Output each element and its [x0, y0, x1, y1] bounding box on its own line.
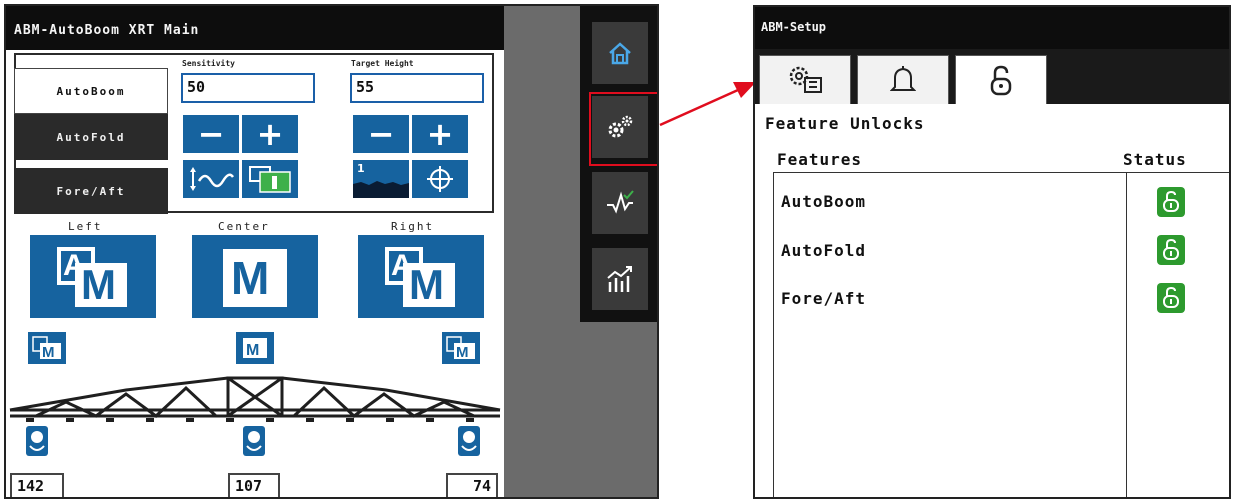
- target-height-decrease-button[interactable]: −: [353, 115, 409, 153]
- center-sensor-icon: [243, 426, 265, 456]
- set-target-button[interactable]: [412, 160, 468, 198]
- tab-alarms[interactable]: [857, 55, 949, 105]
- height-preset-button[interactable]: 1: [353, 160, 409, 198]
- left-section-mode-button[interactable]: A M: [30, 235, 156, 318]
- column-header-status: Status: [1123, 150, 1187, 169]
- manual-icon: M: [219, 247, 291, 307]
- center-mode-indicator: M: [236, 332, 274, 364]
- diagnostics-icon: [607, 190, 634, 214]
- sprayer-boom-graphic: [9, 376, 501, 422]
- svg-text:M: M: [246, 342, 259, 359]
- home-icon: [609, 42, 631, 65]
- sensitivity-input[interactable]: 50: [181, 73, 315, 103]
- svg-text:M: M: [456, 344, 469, 360]
- nav-home-button[interactable]: [592, 22, 648, 84]
- sensitivity-increase-button[interactable]: +: [242, 115, 298, 153]
- left-mode-indicator: M: [28, 332, 66, 364]
- unlocked-icon: [1163, 287, 1179, 308]
- center-section-mode-button[interactable]: M: [192, 235, 318, 318]
- right-sensor-icon: [458, 426, 480, 456]
- left-height-reading: 142: [10, 473, 64, 497]
- sensitivity-label: Sensitivity: [182, 59, 235, 68]
- lock-icon: [990, 65, 1012, 95]
- auto-manual-icon: A M: [385, 246, 457, 308]
- feature-name-autofold: AutoFold: [781, 241, 867, 260]
- tab-feature-unlocks[interactable]: [955, 55, 1047, 105]
- target-height-label: Target Height: [351, 59, 414, 68]
- crop-canopy-toggle-button[interactable]: [242, 160, 298, 198]
- plus-icon: +: [426, 115, 454, 153]
- feature-name-fore-aft: Fore/Aft: [781, 289, 867, 308]
- manual-small-icon: M: [243, 338, 267, 359]
- setup-screen: ABM-Setup Feature Unlocks Features Statu…: [753, 5, 1231, 499]
- autoboom-main-screen: ABM-AutoBoom XRT Main AutoBoom AutoFold …: [4, 4, 659, 499]
- target-height-increase-button[interactable]: +: [412, 115, 468, 153]
- column-header-features: Features: [777, 150, 863, 169]
- right-mode-indicator: M: [442, 332, 480, 364]
- setup-tab-strip: [755, 49, 1229, 105]
- tab-autofold[interactable]: AutoFold: [14, 114, 168, 160]
- center-height-reading: 107: [228, 473, 280, 497]
- minus-icon: −: [197, 115, 225, 153]
- nav-statistics-button[interactable]: [592, 248, 648, 310]
- section-label-left: Left: [68, 220, 103, 233]
- settings-highlight-box: [589, 92, 657, 166]
- tab-fore-aft[interactable]: Fore/Aft: [14, 168, 168, 214]
- svg-text:M: M: [42, 344, 55, 360]
- right-section-mode-button[interactable]: A M: [358, 235, 484, 318]
- machine-settings-icon: [789, 66, 822, 93]
- main-panel: ABM-AutoBoom XRT Main AutoBoom AutoFold …: [6, 6, 504, 497]
- column-divider: [1126, 172, 1127, 497]
- unlocked-icon: [1163, 239, 1179, 260]
- target-height-input[interactable]: 55: [350, 73, 484, 103]
- sensitivity-decrease-button[interactable]: −: [183, 115, 239, 153]
- minus-icon: −: [367, 115, 395, 153]
- unlock-status-autoboom: [1157, 187, 1185, 217]
- page-title: Feature Unlocks: [765, 114, 925, 133]
- nav-diagnostics-button[interactable]: [592, 172, 648, 234]
- setup-title: ABM-Setup: [755, 7, 1229, 49]
- auto-manual-small-icon: M: [446, 336, 475, 360]
- crosshair-icon: [427, 166, 453, 192]
- tab-machine-settings[interactable]: [759, 55, 851, 105]
- unlocked-icon: [1163, 191, 1179, 212]
- feature-table: [773, 172, 1229, 497]
- ground-follow-button[interactable]: [183, 160, 239, 198]
- feature-unlocks-panel: Feature Unlocks Features Status AutoBoom…: [755, 104, 1229, 497]
- terrain-profile-icon: [353, 181, 409, 198]
- left-sensor-icon: [26, 426, 48, 456]
- unlock-status-fore-aft: [1157, 283, 1185, 313]
- unlock-status-autofold: [1157, 235, 1185, 265]
- statistics-chart-icon: [607, 266, 632, 292]
- feature-name-autoboom: AutoBoom: [781, 192, 867, 211]
- right-height-reading: 74: [446, 473, 498, 497]
- section-label-right: Right: [391, 220, 435, 233]
- plus-icon: +: [256, 115, 284, 153]
- wave-terrain-icon: [190, 167, 235, 191]
- main-title: ABM-AutoBoom XRT Main: [6, 6, 504, 50]
- tab-autoboom[interactable]: AutoBoom: [14, 68, 168, 114]
- auto-manual-small-icon: M: [32, 336, 61, 360]
- section-label-center: Center: [218, 220, 270, 233]
- bell-icon: [890, 66, 916, 91]
- auto-manual-icon: A M: [57, 246, 129, 308]
- canopy-toggle-icon: [249, 166, 291, 193]
